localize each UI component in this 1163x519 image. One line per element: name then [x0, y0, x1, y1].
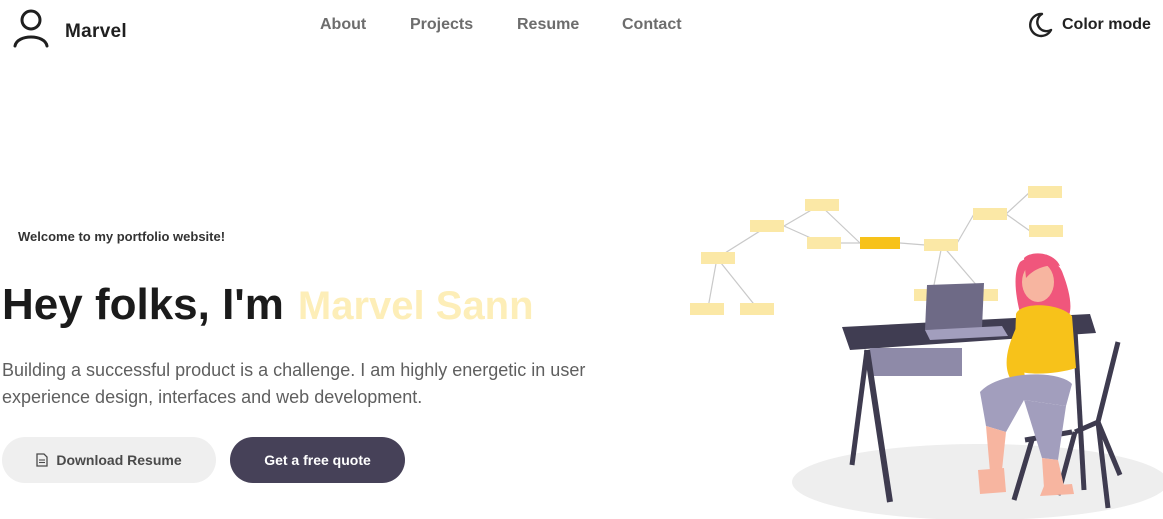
hero-illustration	[690, 186, 1163, 519]
get-quote-label: Get a free quote	[264, 452, 371, 468]
hero-name: Marvel Sann	[297, 284, 534, 328]
color-mode-label: Color mode	[1062, 16, 1151, 33]
nav-contact[interactable]: Contact	[622, 16, 702, 34]
color-mode-toggle[interactable]: Color mode	[1026, 11, 1151, 39]
site-header: Marvel About Projects Resume Contact Col…	[0, 0, 1163, 56]
brand-name: Marvel	[65, 21, 128, 42]
document-icon	[36, 453, 49, 467]
welcome-text: Welcome to my portfolio website!	[18, 229, 226, 244]
mind-map-nodes	[690, 186, 1063, 315]
user-icon	[13, 9, 49, 48]
nav-resume[interactable]: Resume	[517, 16, 622, 34]
download-resume-button[interactable]: Download Resume	[2, 437, 216, 483]
mind-map-highlight-node	[860, 237, 900, 249]
nav-about[interactable]: About	[320, 16, 410, 34]
download-resume-label: Download Resume	[56, 452, 182, 468]
get-quote-button[interactable]: Get a free quote	[230, 437, 405, 483]
hero-headline: Hey folks, I'm Marvel Sann	[2, 280, 534, 330]
hero-greeting: Hey folks, I'm	[2, 280, 284, 329]
nav-projects[interactable]: Projects	[410, 16, 517, 34]
moon-icon	[1029, 12, 1053, 38]
hero-description: Building a successful product is a chall…	[2, 360, 586, 407]
brand-logo[interactable]: Marvel	[11, 8, 127, 48]
main-nav: About Projects Resume Contact	[320, 16, 702, 34]
